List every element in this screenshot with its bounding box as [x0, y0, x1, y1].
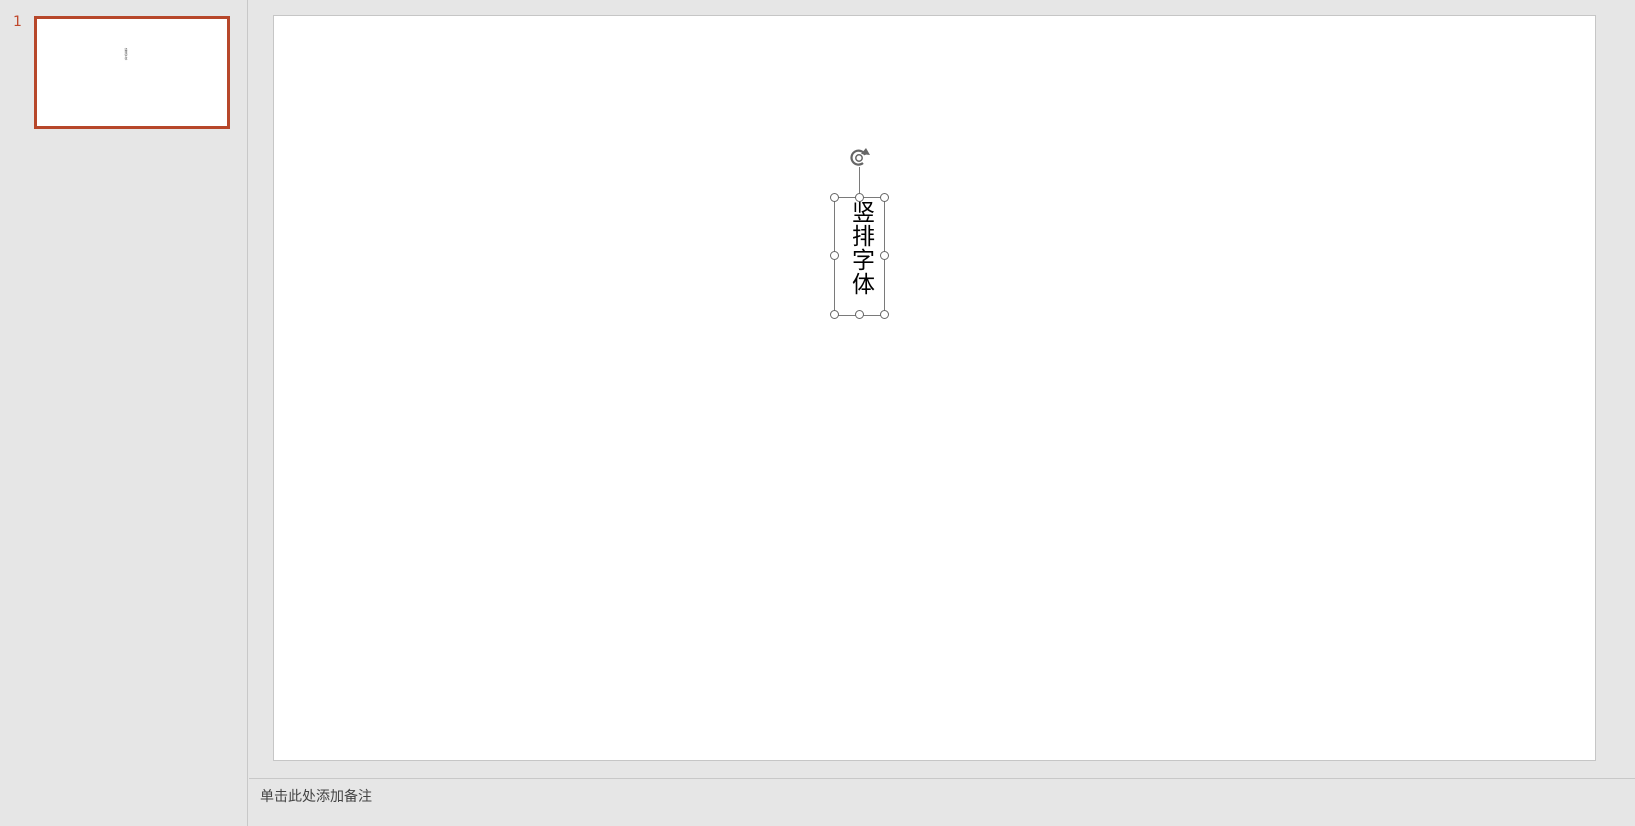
resize-handle-top-center[interactable]: [855, 193, 864, 202]
vertical-text[interactable]: 竖排字体: [848, 200, 874, 315]
vertical-textbox[interactable]: 竖排字体: [834, 197, 885, 316]
resize-handle-top-left[interactable]: [830, 193, 839, 202]
pane-divider[interactable]: [247, 0, 248, 826]
slide-thumbnail[interactable]: 竖排字体: [34, 16, 230, 129]
resize-handle-middle-left[interactable]: [830, 251, 839, 260]
resize-handle-top-right[interactable]: [880, 193, 889, 202]
resize-handle-middle-right[interactable]: [880, 251, 889, 260]
notes-pane[interactable]: 单击此处添加备注: [249, 779, 1635, 826]
notes-placeholder[interactable]: 单击此处添加备注: [260, 786, 372, 806]
slide-canvas[interactable]: 竖排字体: [273, 15, 1596, 761]
slide-number: 1: [13, 14, 22, 30]
presentation-editor: 1 竖排字体 竖排字体 单击此处添加备注: [0, 0, 1635, 826]
rotate-icon[interactable]: [848, 146, 872, 168]
resize-handle-bottom-center[interactable]: [855, 310, 864, 319]
thumbnail-text: 竖排字体: [124, 48, 128, 60]
resize-handle-bottom-left[interactable]: [830, 310, 839, 319]
textbox-content[interactable]: 竖排字体: [835, 200, 886, 315]
resize-handle-bottom-right[interactable]: [880, 310, 889, 319]
slide-thumbnail-pane: 1 竖排字体: [0, 0, 247, 826]
